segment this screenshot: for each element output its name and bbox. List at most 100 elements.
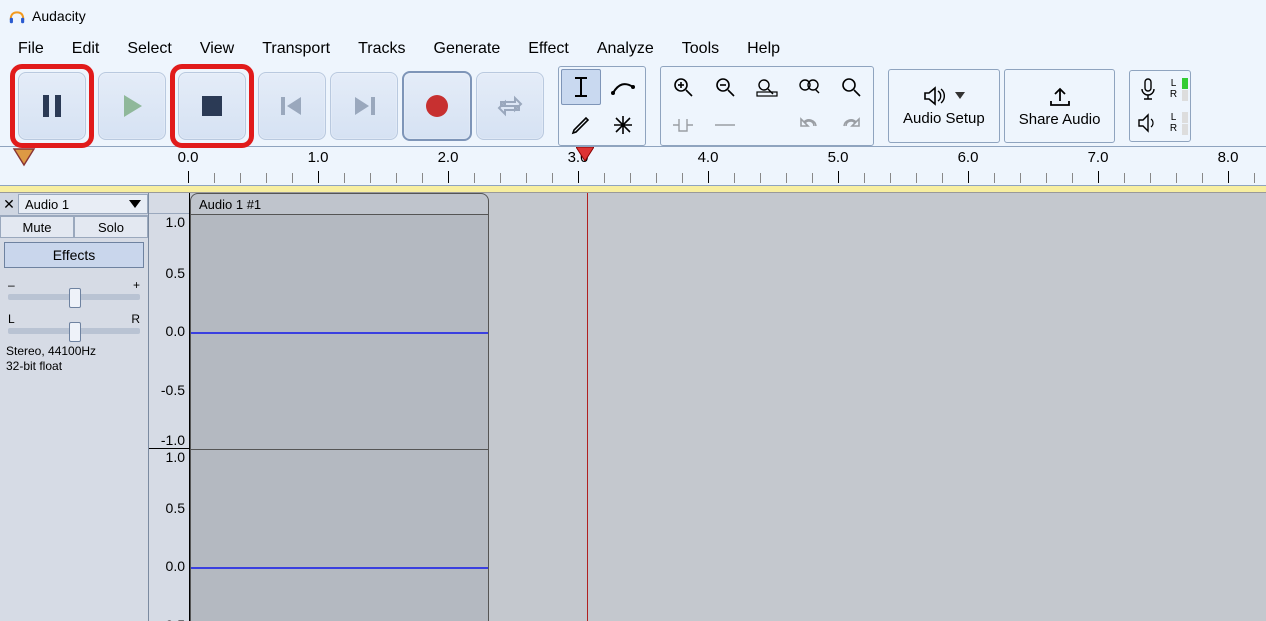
share-audio-label: Share Audio xyxy=(1019,111,1101,128)
fit-project-button[interactable] xyxy=(789,69,829,105)
fit-selection-button[interactable] xyxy=(747,69,787,105)
menu-help[interactable]: Help xyxy=(733,34,794,64)
menu-effect[interactable]: Effect xyxy=(514,34,583,64)
track-menu[interactable]: Audio 1 xyxy=(18,194,148,214)
menu-tools[interactable]: Tools xyxy=(668,34,733,64)
menu-transport[interactable]: Transport xyxy=(248,34,344,64)
app-window: Audacity File Edit Select View Transport… xyxy=(0,0,1266,621)
amp-label: -1.0 xyxy=(161,432,185,448)
track-name-label: Audio 1 xyxy=(25,197,69,212)
amp-label: 1.0 xyxy=(166,449,185,465)
pan-r: R xyxy=(131,312,140,326)
zoom-in-icon xyxy=(672,76,694,98)
multitool-icon xyxy=(612,114,634,136)
meter-r2: R xyxy=(1170,123,1177,134)
multi-tool[interactable] xyxy=(603,107,643,143)
loop-button[interactable] xyxy=(476,72,544,140)
record-meter[interactable]: L R xyxy=(1132,73,1188,105)
speaker-icon xyxy=(923,86,949,106)
gain-thumb[interactable] xyxy=(69,288,81,308)
snap-guide-strip xyxy=(0,186,1266,193)
menu-select[interactable]: Select xyxy=(113,34,185,64)
play-level-bar xyxy=(1182,112,1188,135)
ruler-label: 0.0 xyxy=(178,149,199,166)
zoom-toggle-button[interactable] xyxy=(831,69,871,105)
trim-icon xyxy=(671,116,695,134)
redo-button[interactable] xyxy=(831,107,871,143)
pan-slider[interactable]: LR xyxy=(8,312,140,334)
menubar: File Edit Select View Transport Tracks G… xyxy=(0,32,1266,66)
skip-end-button[interactable] xyxy=(330,72,398,140)
ibeam-icon xyxy=(571,75,591,99)
effects-button[interactable]: Effects xyxy=(4,242,144,268)
loop-icon xyxy=(496,94,524,118)
play-meter-lr: L R xyxy=(1166,112,1180,134)
waveform-area[interactable]: Audio 1 #1 xyxy=(190,193,1266,621)
draw-tool[interactable] xyxy=(561,107,601,143)
play-button[interactable] xyxy=(98,72,166,140)
timeline-ruler-row: 0.01.02.03.04.05.06.07.08.0 xyxy=(0,146,1266,186)
menu-edit[interactable]: Edit xyxy=(58,34,114,64)
skip-start-icon xyxy=(279,95,305,117)
gain-min: – xyxy=(8,278,15,292)
annotation-stop-highlight xyxy=(170,64,254,148)
silence-button[interactable] xyxy=(705,107,745,143)
amp-label: -0.5 xyxy=(161,617,185,621)
stop-button[interactable] xyxy=(178,72,246,140)
pencil-icon xyxy=(570,114,592,136)
zoom-out-icon xyxy=(714,76,736,98)
ruler-label: 1.0 xyxy=(308,149,329,166)
share-audio-button[interactable]: Share Audio xyxy=(1004,69,1116,143)
playback-meter[interactable]: L R xyxy=(1132,107,1188,139)
audio-clip[interactable]: Audio 1 #1 xyxy=(190,193,489,621)
edit-tools xyxy=(558,66,646,146)
redo-icon xyxy=(840,116,862,134)
mute-button[interactable]: Mute xyxy=(0,216,74,238)
amp-label: 1.0 xyxy=(166,214,185,230)
ruler-label: 6.0 xyxy=(958,149,979,166)
record-meter-lr: L R xyxy=(1166,78,1180,100)
amp-label: 0.0 xyxy=(166,323,185,339)
playhead-marker[interactable] xyxy=(576,147,594,161)
playhead-line xyxy=(587,193,588,621)
stop-icon xyxy=(200,94,224,118)
menu-tracks[interactable]: Tracks xyxy=(344,34,419,64)
clip-channel-left xyxy=(191,215,488,450)
amp-label: 0.5 xyxy=(166,500,185,516)
undo-button[interactable] xyxy=(789,107,829,143)
zoom-toggle-icon xyxy=(840,76,862,98)
timeline-ruler[interactable]: 0.01.02.03.04.05.06.07.08.0 xyxy=(48,147,1266,185)
meter-l2: L xyxy=(1171,112,1177,123)
gain-slider[interactable]: –+ xyxy=(8,278,140,300)
zoom-in-button[interactable] xyxy=(663,69,703,105)
chevron-down-icon xyxy=(955,92,965,100)
zoom-tools xyxy=(660,66,874,146)
zoom-out-button[interactable] xyxy=(705,69,745,105)
titlebar: Audacity xyxy=(0,0,1266,32)
solo-button[interactable]: Solo xyxy=(74,216,148,238)
record-button[interactable] xyxy=(402,71,472,141)
menu-file[interactable]: File xyxy=(4,34,58,64)
annotation-pause-highlight xyxy=(10,64,94,148)
menu-view[interactable]: View xyxy=(186,34,248,64)
selection-tool[interactable] xyxy=(561,69,601,105)
pause-button[interactable] xyxy=(18,72,86,140)
clip-title-bar[interactable]: Audio 1 #1 xyxy=(190,193,489,215)
envelope-tool[interactable] xyxy=(603,69,643,105)
pan-thumb[interactable] xyxy=(69,322,81,342)
skip-start-button[interactable] xyxy=(258,72,326,140)
ruler-pin[interactable] xyxy=(0,147,48,185)
audio-setup-label: Audio Setup xyxy=(903,110,985,127)
record-level-bar xyxy=(1182,78,1188,101)
amp-label: -0.5 xyxy=(161,382,185,398)
pin-triangle-icon xyxy=(12,147,36,167)
chevron-down-icon xyxy=(129,200,141,208)
track-close-button[interactable]: ✕ xyxy=(0,196,18,213)
zero-line xyxy=(191,567,488,569)
menu-analyze[interactable]: Analyze xyxy=(583,34,668,64)
fit-selection-icon xyxy=(755,76,779,98)
silence-icon xyxy=(713,116,737,134)
audio-setup-button[interactable]: Audio Setup xyxy=(888,69,1000,143)
trim-button[interactable] xyxy=(663,107,703,143)
menu-generate[interactable]: Generate xyxy=(420,34,515,64)
